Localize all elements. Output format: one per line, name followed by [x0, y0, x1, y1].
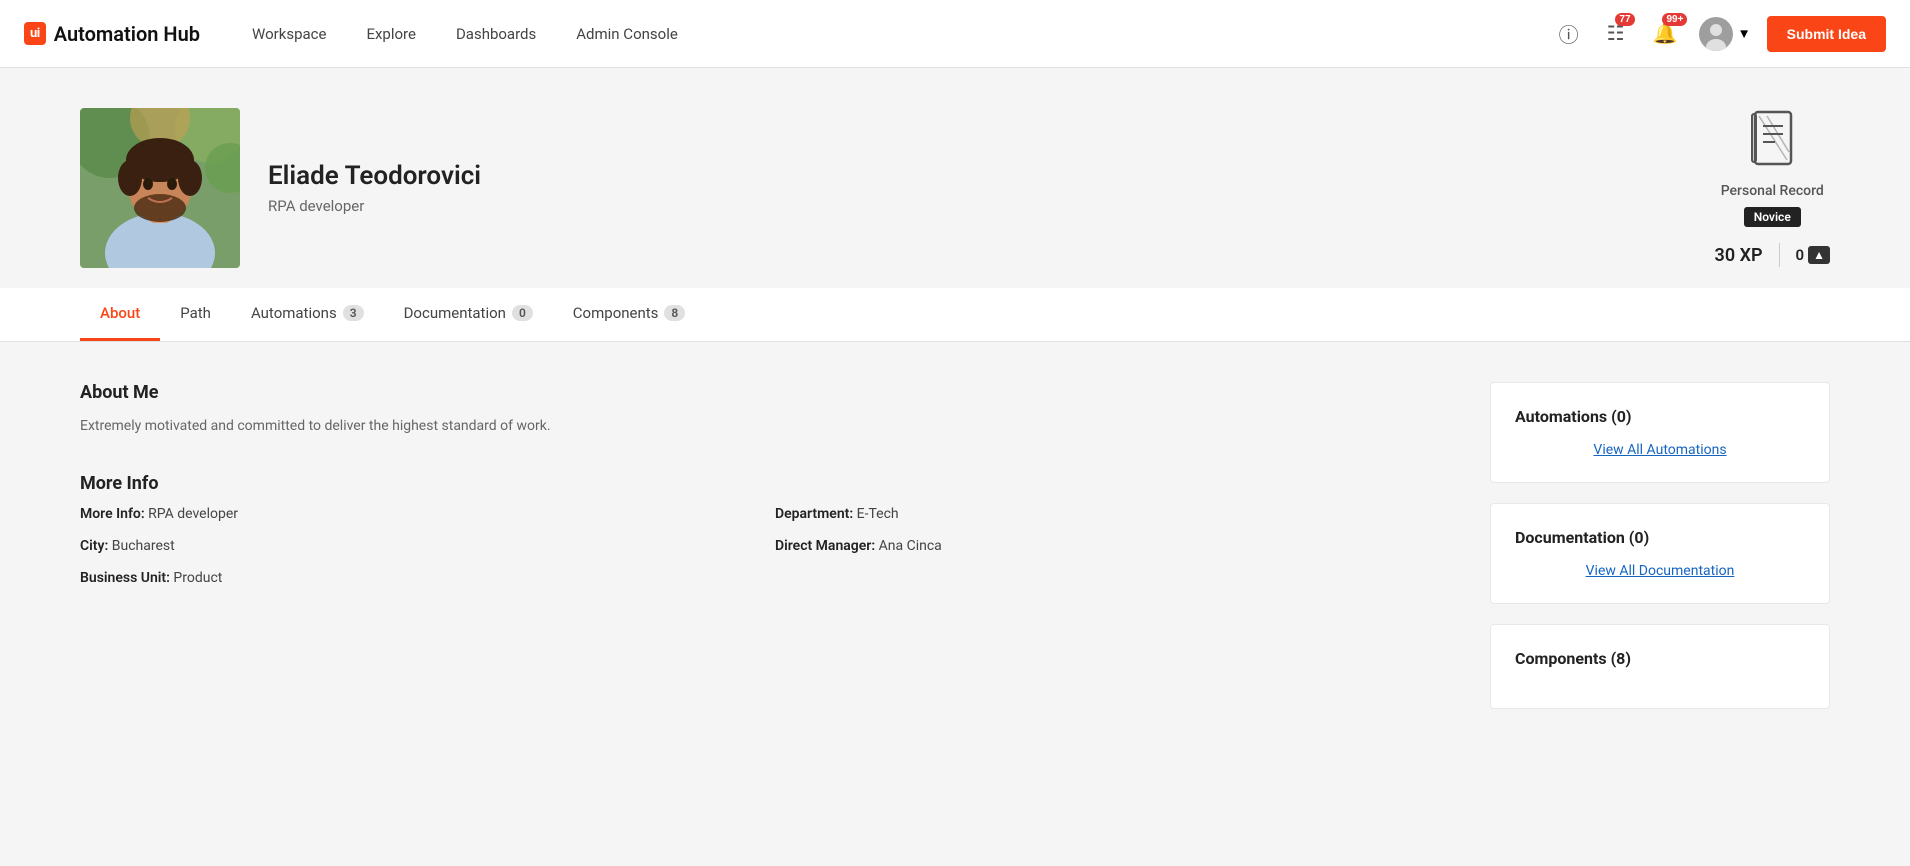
more-info-grid: More Info: RPA developer Department: E-T… [80, 506, 1430, 586]
coins-number: 0 [1796, 246, 1805, 264]
more-info-title: More Info [80, 473, 1430, 494]
info-business-unit: Business Unit: Product [80, 570, 735, 586]
app-logo[interactable]: ui Automation Hub [24, 22, 200, 46]
more-info-section: More Info More Info: RPA developer Depar… [80, 473, 1430, 586]
xp-divider [1779, 243, 1780, 267]
profile-right: Personal Record Novice 30 XP 0 ▲ [1715, 108, 1830, 267]
coins-value: 0 ▲ [1796, 246, 1830, 264]
profile-photo [80, 108, 240, 268]
about-me-section: About Me Extremely motivated and committ… [80, 382, 1430, 437]
info-direct-manager-value: Ana Cinca [879, 538, 942, 554]
tab-path[interactable]: Path [160, 288, 231, 341]
user-menu-button[interactable]: ▼ [1699, 17, 1750, 51]
info-business-unit-value: Product [173, 570, 222, 586]
components-count-badge: 8 [664, 305, 685, 321]
profile-role: RPA developer [268, 197, 481, 215]
documentation-card: Documentation (0) View All Documentation [1490, 503, 1830, 604]
coin-icon: ▲ [1808, 246, 1830, 264]
profile-left: Eliade Teodorovici RPA developer [80, 108, 481, 268]
feed-badge: 77 [1615, 13, 1634, 26]
feed-button[interactable]: ☷ 77 [1601, 15, 1631, 52]
documentation-count-badge: 0 [512, 305, 533, 321]
info-city-value: Bucharest [112, 538, 175, 554]
documentation-card-title: Documentation (0) [1515, 528, 1805, 547]
view-all-documentation-link[interactable]: View All Documentation [1515, 563, 1805, 579]
info-department-value: E-Tech [857, 506, 899, 522]
components-card: Components (8) [1490, 624, 1830, 709]
info-city: City: Bucharest [80, 538, 735, 554]
info-department: Department: E-Tech [775, 506, 1430, 522]
nav-admin-console[interactable]: Admin Console [556, 0, 698, 68]
info-direct-manager: Direct Manager: Ana Cinca [775, 538, 1430, 554]
about-bio: Extremely motivated and committed to del… [80, 415, 1430, 437]
app-name: Automation Hub [54, 22, 200, 46]
content-main: About Me Extremely motivated and committ… [80, 382, 1430, 729]
avatar [1699, 17, 1733, 51]
info-more-info: More Info: RPA developer [80, 506, 735, 522]
tab-about[interactable]: About [80, 288, 160, 341]
nav-dashboards[interactable]: Dashboards [436, 0, 556, 68]
profile-name: Eliade Teodorovici [268, 161, 481, 191]
view-all-automations-link[interactable]: View All Automations [1515, 442, 1805, 458]
automations-count-badge: 3 [343, 305, 364, 321]
tabs-section: About Path Automations 3 Documentation 0… [0, 288, 1910, 342]
tab-documentation[interactable]: Documentation 0 [384, 288, 553, 341]
personal-record-label: Personal Record [1721, 183, 1824, 199]
nav-explore[interactable]: Explore [346, 0, 436, 68]
navbar-actions: ⓘ ☷ 77 🔔 99+ ▼ Submit Idea [1553, 13, 1886, 54]
submit-idea-button[interactable]: Submit Idea [1767, 16, 1886, 52]
profile-section: Eliade Teodorovici RPA developer Persona… [0, 68, 1910, 288]
tab-automations[interactable]: Automations 3 [231, 288, 384, 341]
nav-workspace[interactable]: Workspace [232, 0, 346, 68]
info-more-info-value: RPA developer [148, 506, 238, 522]
level-badge: Novice [1744, 207, 1801, 227]
content-sidebar: Automations (0) View All Automations Doc… [1490, 382, 1830, 729]
profile-info: Eliade Teodorovici RPA developer [268, 161, 481, 215]
personal-record-icon [1747, 108, 1797, 175]
content-area: About Me Extremely motivated and committ… [0, 342, 1910, 769]
tab-components[interactable]: Components 8 [553, 288, 705, 341]
help-button[interactable]: ⓘ [1553, 13, 1585, 54]
automations-card: Automations (0) View All Automations [1490, 382, 1830, 483]
xp-value: 30 XP [1715, 245, 1763, 266]
notifications-badge: 99+ [1662, 13, 1687, 26]
about-me-title: About Me [80, 382, 1430, 403]
tabs: About Path Automations 3 Documentation 0… [80, 288, 1830, 341]
logo-icon: ui [24, 22, 46, 45]
automations-card-title: Automations (0) [1515, 407, 1805, 426]
notifications-button[interactable]: 🔔 99+ [1647, 15, 1684, 52]
xp-row: 30 XP 0 ▲ [1715, 243, 1830, 267]
navbar: ui Automation Hub Workspace Explore Dash… [0, 0, 1910, 68]
nav-links: Workspace Explore Dashboards Admin Conso… [232, 0, 1553, 68]
profile-header: Eliade Teodorovici RPA developer Persona… [0, 68, 1910, 288]
components-card-title: Components (8) [1515, 649, 1805, 668]
help-icon: ⓘ [1559, 19, 1579, 48]
user-menu-chevron: ▼ [1737, 26, 1750, 41]
